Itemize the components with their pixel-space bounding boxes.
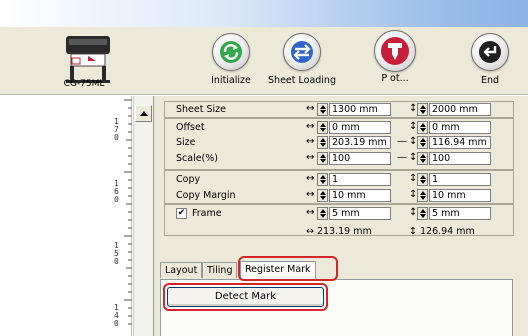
horizontal-arrow-icon: ↔ [306, 173, 315, 184]
tab-strip: Layout Tiling Register Mark [160, 261, 520, 280]
ruler-label: 1 4 0 [114, 303, 119, 328]
title-bar [0, 0, 528, 27]
frame-label: Frame [192, 208, 222, 219]
copy-row: Copy ↔ 1 ↕ 1 [164, 172, 514, 187]
sheet-loading-label: Sheet Loading [268, 75, 336, 86]
swap-arrows-icon [283, 33, 321, 71]
copy-x-field[interactable]: 1 [329, 173, 391, 186]
frame-y-field[interactable]: 5 mm [429, 207, 491, 220]
refresh-icon [212, 33, 250, 71]
offset-row: Offset ↔ 0 mm ↕ 0 mm [164, 120, 514, 135]
frame-row: ✔ Frame ↔ 5 mm ↕ 5 mm [164, 206, 514, 221]
offset-y-spinner[interactable] [417, 121, 428, 134]
copy-margin-x-spinner[interactable] [317, 189, 328, 202]
initialize-label: Initialize [211, 75, 251, 86]
total-size-row: ↔ 213.19 mm ↕ 126.94 mm [164, 224, 514, 239]
vertical-scrollbar[interactable] [133, 96, 153, 336]
plot-button[interactable]: P ot... [371, 30, 419, 84]
tab-register-mark[interactable]: Register Mark [240, 261, 316, 279]
copy-label: Copy [176, 174, 201, 185]
sheet-width-field[interactable]: 1300 mm [329, 103, 391, 116]
sheet-width-spinner[interactable] [317, 103, 328, 116]
ruler-label: 1 7 0 [114, 117, 119, 142]
copy-margin-x-field[interactable]: 10 mm [329, 189, 391, 202]
scale-label: Scale(%) [176, 153, 218, 164]
horizontal-arrow-icon: ↔ [306, 136, 315, 147]
parameter-grid: Sheet Size ↔ 1300 mm ↕ 2000 mm Offset ↔ … [164, 101, 514, 254]
end-button[interactable]: End [468, 33, 512, 86]
frame-y-spinner[interactable] [417, 207, 428, 220]
horizontal-arrow-icon: ↔ [306, 121, 315, 132]
copy-y-spinner[interactable] [417, 173, 428, 186]
total-height-value: ↕ 126.94 mm [409, 226, 475, 237]
sheet-size-row: Sheet Size ↔ 1300 mm ↕ 2000 mm [164, 102, 514, 117]
end-label: End [480, 75, 500, 86]
offset-x-spinner[interactable] [317, 121, 328, 134]
size-height-spinner[interactable] [417, 136, 428, 149]
size-height-field[interactable]: 116.94 mm [429, 136, 491, 149]
copy-margin-y-field[interactable]: 10 mm [429, 189, 491, 202]
return-arrow-icon [471, 33, 509, 71]
tab-layout[interactable]: Layout [160, 262, 203, 278]
tab-tiling[interactable]: Tiling [202, 262, 238, 278]
frame-x-field[interactable]: 5 mm [329, 207, 391, 220]
horizontal-arrow-icon: ↔ [306, 207, 315, 218]
sheet-loading-button[interactable]: Sheet Loading [267, 33, 337, 86]
copy-margin-row: Copy Margin ↔ 10 mm ↕ 10 mm [164, 188, 514, 203]
offset-x-field[interactable]: 0 mm [329, 121, 391, 134]
size-width-field[interactable]: 203.19 mm [329, 136, 391, 149]
offset-label: Offset [176, 122, 205, 133]
copy-margin-y-spinner[interactable] [417, 189, 428, 202]
scale-row: Scale(%) ↔ 100 — ↕ 100 [164, 151, 514, 166]
scale-x-field[interactable]: 100 [329, 152, 391, 165]
vertical-ruler: 1 7 0 1 6 0 1 5 0 1 4 0 [110, 96, 132, 336]
size-label: Size [176, 137, 196, 148]
sheet-size-label: Sheet Size [176, 104, 226, 115]
plotter-cutter-icon [374, 30, 416, 72]
size-width-spinner[interactable] [317, 136, 328, 149]
horizontal-arrow-icon: ↔ [306, 103, 315, 114]
copy-x-spinner[interactable] [317, 173, 328, 186]
copy-margin-label: Copy Margin [176, 190, 236, 201]
link-icon[interactable]: — [397, 136, 407, 147]
size-row: Size ↔ 203.19 mm — ↕ 116.94 mm [164, 135, 514, 150]
ruler-label: 1 5 0 [114, 241, 119, 266]
toolbar: CG-75ML Initialize Sheet Loading P ot...… [0, 27, 528, 95]
total-width-value: ↔ 213.19 mm [306, 226, 372, 237]
ruler-label: 1 6 0 [114, 179, 119, 204]
horizontal-arrow-icon: ↔ [306, 189, 315, 200]
detect-mark-button[interactable]: Detect Mark [167, 287, 324, 307]
link-icon[interactable]: — [397, 152, 407, 163]
scroll-up-button[interactable] [135, 105, 152, 122]
scale-y-spinner[interactable] [417, 152, 428, 165]
offset-y-field[interactable]: 0 mm [429, 121, 491, 134]
arrow-up-icon [139, 111, 148, 116]
frame-checkbox[interactable]: ✔ [176, 208, 187, 219]
plot-label: P ot... [381, 73, 409, 84]
scale-y-field[interactable]: 100 [429, 152, 491, 165]
sheet-height-field[interactable]: 2000 mm [429, 103, 491, 116]
initialize-button[interactable]: Initialize [201, 33, 261, 86]
frame-x-spinner[interactable] [317, 207, 328, 220]
sheet-height-spinner[interactable] [417, 103, 428, 116]
device-name: CG-75ML [63, 79, 105, 89]
copy-y-field[interactable]: 1 [429, 173, 491, 186]
horizontal-arrow-icon: ↔ [306, 152, 315, 163]
scale-x-spinner[interactable] [317, 152, 328, 165]
